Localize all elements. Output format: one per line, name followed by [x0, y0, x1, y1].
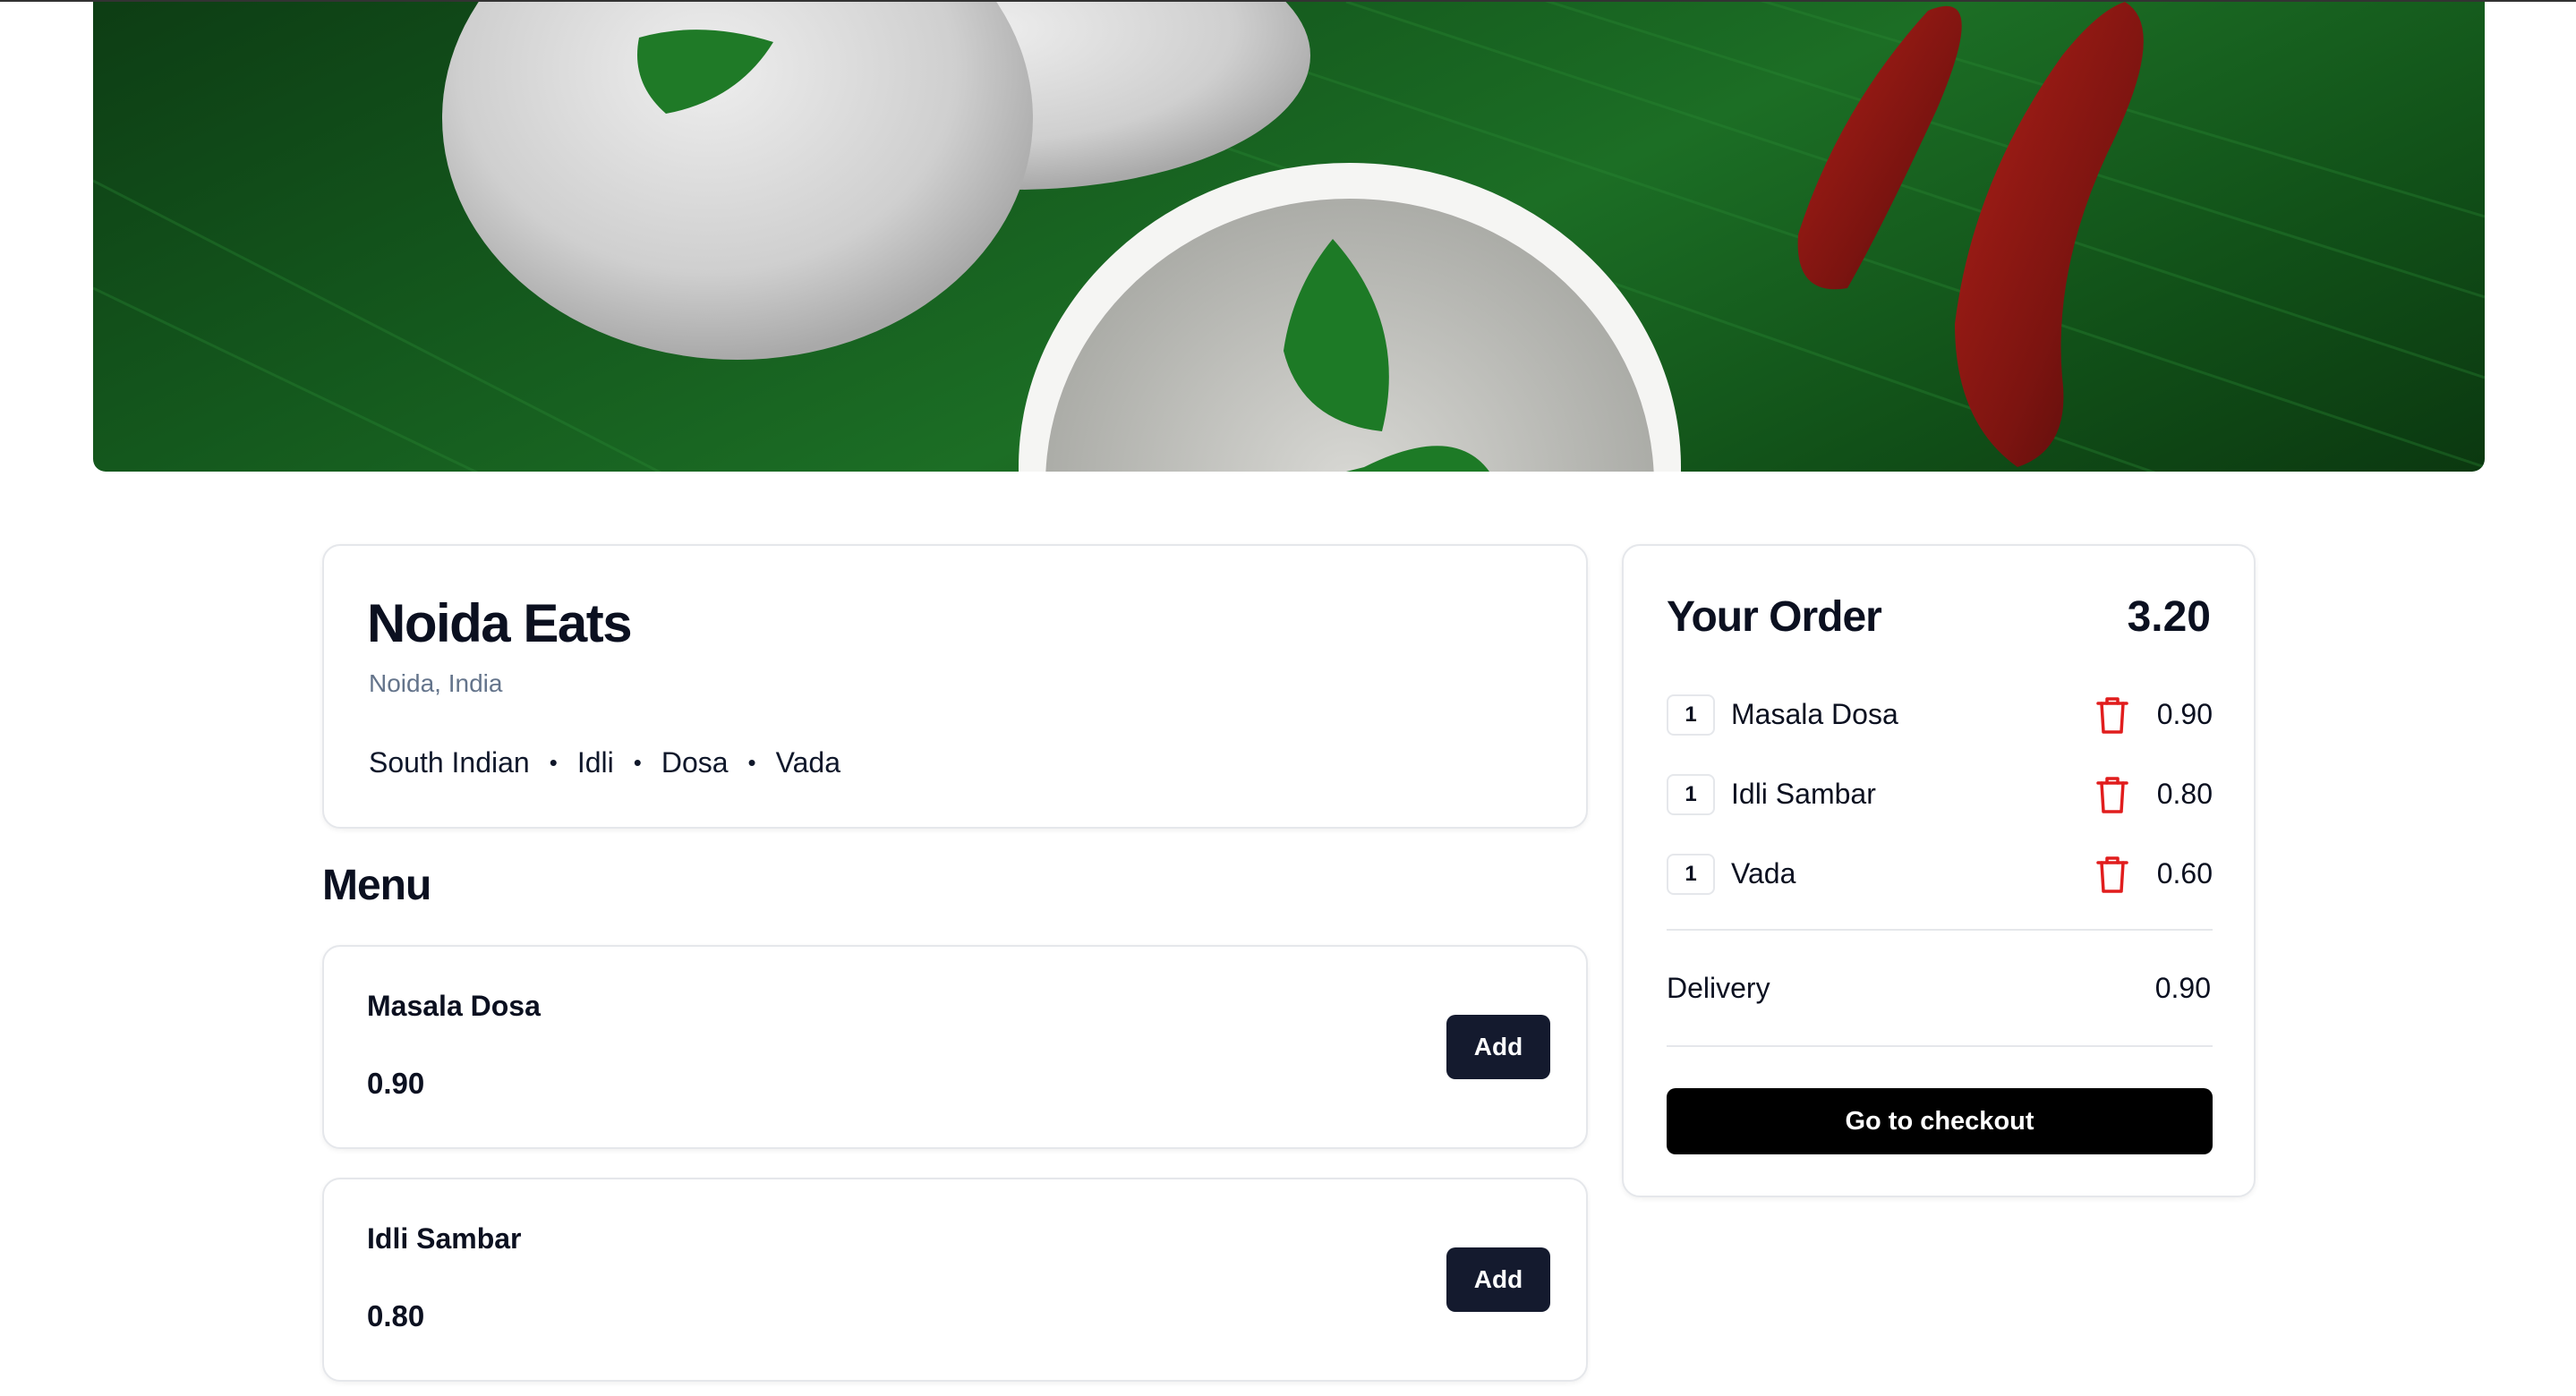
- cuisine-tag: Vada: [775, 746, 840, 779]
- add-to-order-button[interactable]: Add: [1446, 1015, 1550, 1079]
- divider: [1667, 1045, 2213, 1047]
- menu-item-price: 0.80: [367, 1299, 425, 1332]
- delivery-label: Delivery: [1667, 972, 1770, 1004]
- order-title: Your Order: [1667, 593, 1882, 641]
- trash-icon[interactable]: [2094, 694, 2130, 736]
- quantity-badge: 1: [1667, 694, 1715, 736]
- order-item-name: Idli Sambar: [1731, 778, 1876, 810]
- restaurant-info-card: Noida Eats Noida, India South Indian • I…: [322, 544, 1588, 829]
- tag-separator: •: [633, 749, 642, 776]
- delivery-price: 0.90: [2154, 972, 2211, 1004]
- menu-heading: Menu: [322, 862, 431, 909]
- cuisine-tag: South Indian: [369, 746, 530, 779]
- cuisine-tags: South Indian • Idli • Dosa • Vada: [369, 746, 840, 779]
- order-item-name: Vada: [1731, 857, 1796, 890]
- restaurant-name: Noida Eats: [367, 593, 633, 653]
- page: Noida Eats Noida, India South Indian • I…: [0, 0, 2576, 1396]
- trash-icon[interactable]: [2094, 854, 2130, 895]
- menu-item-card: Idli Sambar 0.80 Add: [322, 1178, 1588, 1382]
- trash-icon[interactable]: [2094, 774, 2130, 815]
- add-to-order-button[interactable]: Add: [1446, 1247, 1550, 1312]
- hero-banner-image: [93, 2, 2485, 472]
- restaurant-location: Noida, India: [369, 669, 503, 697]
- menu-item-name: Masala Dosa: [367, 990, 541, 1022]
- food-photo: [93, 2, 2485, 472]
- quantity-badge: 1: [1667, 774, 1715, 815]
- order-total: 3.20: [2127, 593, 2211, 641]
- order-item-name: Masala Dosa: [1731, 698, 1898, 730]
- order-line-item: 1 Vada 0.60: [1667, 854, 2213, 895]
- order-item-price: 0.80: [2156, 778, 2213, 810]
- order-item-price: 0.60: [2156, 857, 2213, 890]
- order-summary-card: Your Order 3.20 1 Masala Dosa 0.90 1 Idl…: [1622, 544, 2256, 1197]
- menu-item-card: Masala Dosa 0.90 Add: [322, 945, 1588, 1149]
- cuisine-tag: Dosa: [661, 746, 729, 779]
- menu-item-name: Idli Sambar: [367, 1222, 522, 1255]
- divider: [1667, 929, 2213, 931]
- menu-item-price: 0.90: [367, 1067, 425, 1100]
- checkout-button[interactable]: Go to checkout: [1667, 1088, 2213, 1154]
- order-line-item: 1 Idli Sambar 0.80: [1667, 774, 2213, 815]
- quantity-badge: 1: [1667, 854, 1715, 895]
- order-line-item: 1 Masala Dosa 0.90: [1667, 694, 2213, 736]
- tag-separator: •: [747, 749, 756, 776]
- cuisine-tag: Idli: [576, 746, 614, 779]
- order-item-price: 0.90: [2156, 698, 2213, 730]
- tag-separator: •: [549, 749, 558, 776]
